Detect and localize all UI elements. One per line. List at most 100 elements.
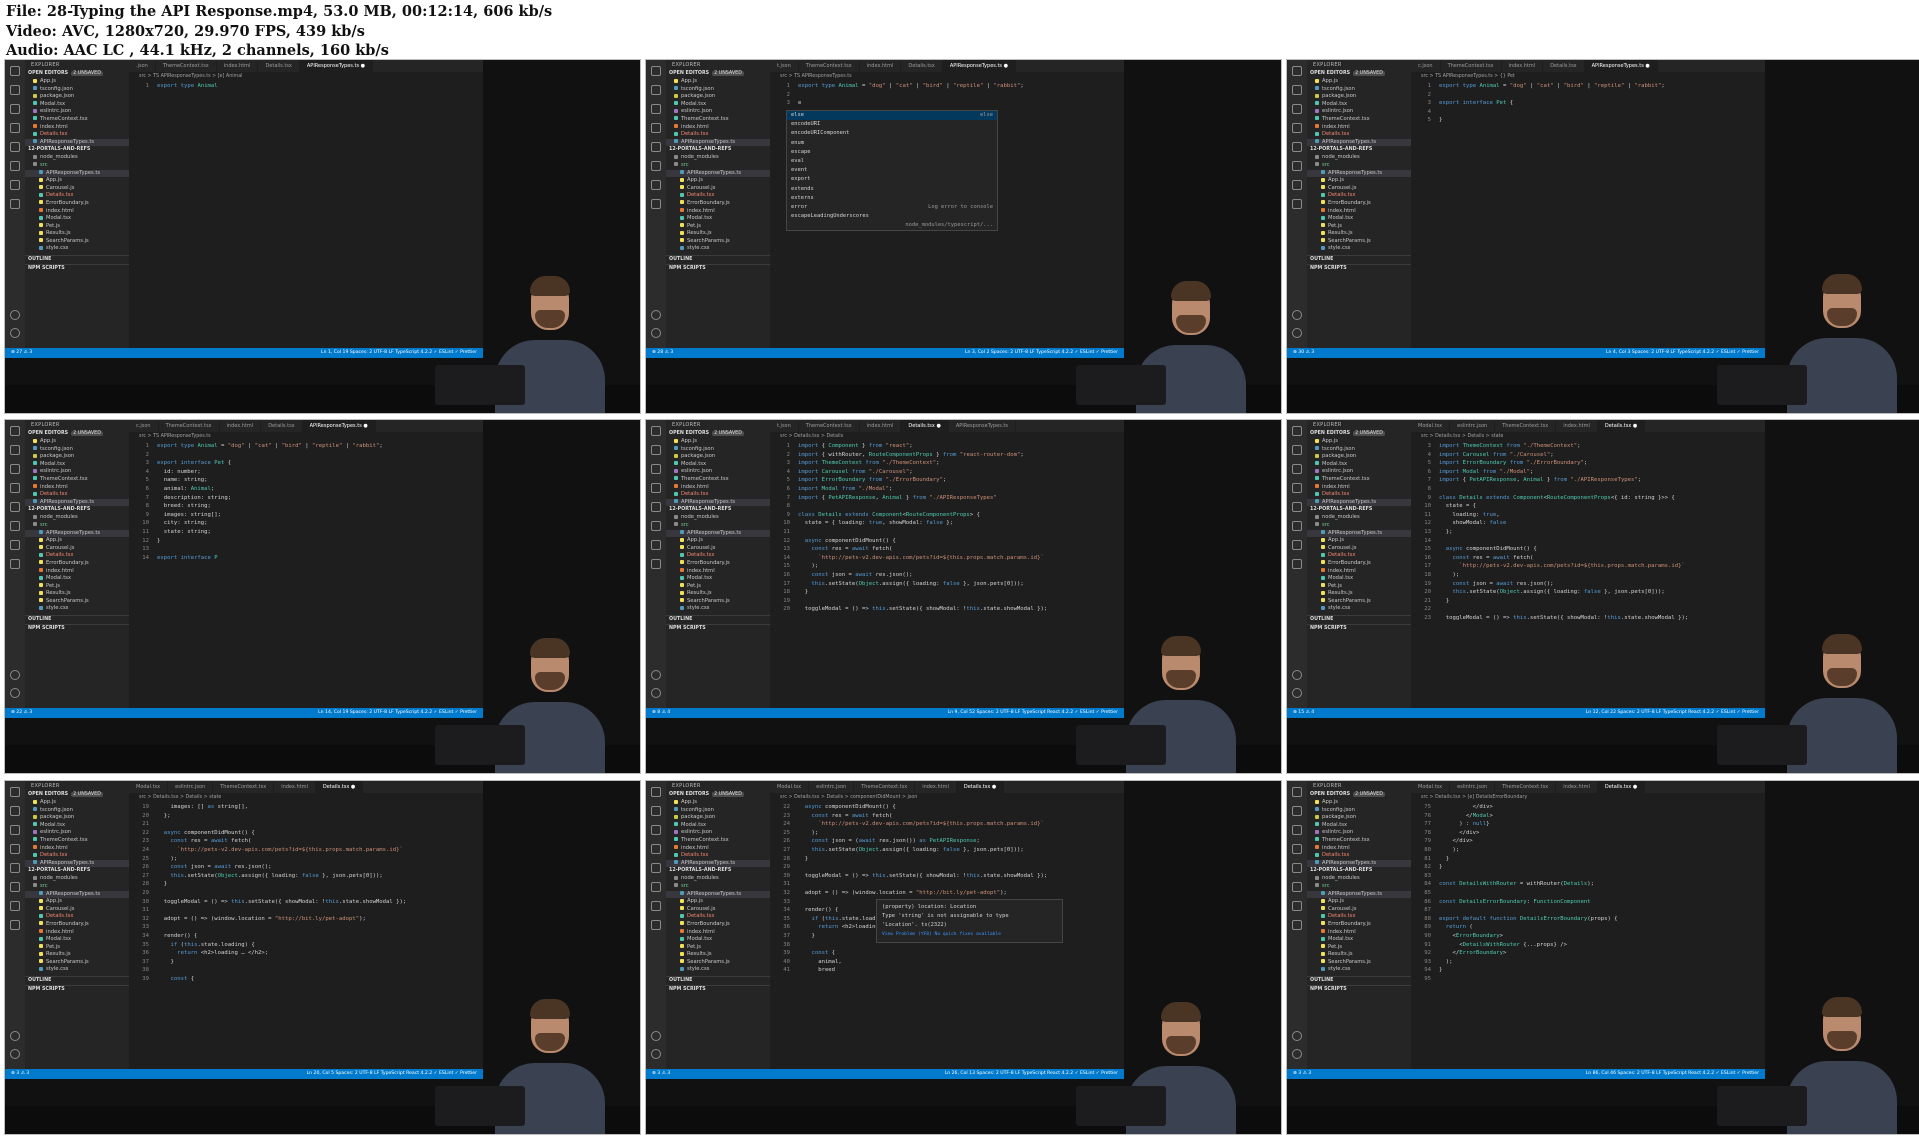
explorer-file-item[interactable]: ThemeContext.tsx [25, 476, 129, 484]
open-editors-section[interactable]: OPEN EDITORS 2 UNSAVED [666, 791, 770, 799]
search-icon[interactable] [651, 806, 661, 816]
explorer-file-item[interactable]: index.html [1307, 208, 1411, 216]
run-debug-icon[interactable] [651, 844, 661, 854]
explorer-file-item[interactable]: Modal.tsx [666, 822, 770, 830]
explorer-file-item[interactable]: eslintrc.json [1307, 108, 1411, 116]
remote-icon[interactable] [10, 161, 20, 171]
explorer-file-item[interactable]: Modal.tsx [1307, 101, 1411, 109]
explorer-file-item[interactable]: Modal.tsx [25, 215, 129, 223]
open-editors-section[interactable]: OPEN EDITORS 2 UNSAVED [1307, 70, 1411, 78]
editor-tab[interactable]: ThemeContext.tsx [799, 60, 860, 72]
editor-tab[interactable]: Details.tsx [1543, 60, 1585, 72]
explorer-file-item[interactable]: Modal.tsx [1307, 575, 1411, 583]
editor-tab[interactable]: eslintrc.json [809, 781, 855, 793]
code-editor[interactable]: 19 images: [] as string[], 20 }; 21 22 asyn… [129, 803, 483, 1069]
explorer-file-item[interactable]: Details.tsx [666, 131, 770, 139]
explorer-file-item[interactable]: APIResponseTypes.ts [666, 169, 770, 178]
explorer-file-item[interactable]: APIResponseTypes.ts [25, 529, 129, 538]
code-editor[interactable]: 1 import { Component } from "react"; 2 impo… [770, 442, 1124, 708]
docker-icon[interactable] [1292, 559, 1302, 569]
explorer-file-item[interactable]: src [1307, 522, 1411, 530]
explorer-file-item[interactable]: tsconfig.json [25, 446, 129, 454]
project-folder-section[interactable]: 12-PORTALS-AND-REFS [1307, 146, 1411, 154]
explorer-file-item[interactable]: Results.js [1307, 951, 1411, 959]
explorer-file-item[interactable]: Details.tsx [25, 852, 129, 860]
explorer-file-item[interactable]: package.json [666, 814, 770, 822]
editor-tab[interactable]: t.json [770, 420, 799, 432]
explorer-file-item[interactable]: src [1307, 883, 1411, 891]
suggestion-item[interactable]: event [787, 166, 997, 175]
open-editors-section[interactable]: OPEN EDITORS 2 UNSAVED [25, 791, 129, 799]
editor-tab[interactable]: c.json [1411, 60, 1441, 72]
explorer-file-item[interactable]: ErrorBoundary.js [1307, 560, 1411, 568]
project-folder-section[interactable]: 12-PORTALS-AND-REFS [1307, 506, 1411, 514]
settings-gear-icon[interactable] [10, 1049, 20, 1059]
explorer-file-item[interactable]: Results.js [1307, 230, 1411, 238]
project-folder-section[interactable]: 12-PORTALS-AND-REFS [25, 146, 129, 154]
code-editor[interactable]: 1 export type Animal = "dog" | "cat" | "b… [1411, 82, 1765, 348]
explorer-file-item[interactable]: Carousel.js [1307, 906, 1411, 914]
source-control-icon[interactable] [1292, 464, 1302, 474]
docker-icon[interactable] [10, 559, 20, 569]
explorer-file-item[interactable]: Results.js [25, 230, 129, 238]
extensions-icon[interactable] [1292, 142, 1302, 152]
files-icon[interactable] [10, 66, 20, 76]
run-debug-icon[interactable] [651, 123, 661, 133]
outline-section[interactable]: OUTLINE [666, 976, 770, 985]
editor-tab[interactable]: Modal.tsx [129, 781, 169, 793]
open-editors-section[interactable]: OPEN EDITORS 2 UNSAVED [666, 430, 770, 438]
explorer-file-item[interactable]: Carousel.js [666, 545, 770, 553]
explorer-file-item[interactable]: Details.tsx [666, 913, 770, 921]
explorer-file-item[interactable]: ThemeContext.tsx [666, 837, 770, 845]
settings-gear-icon[interactable] [651, 328, 661, 338]
status-problems[interactable]: ⊗ 30 ⚠ 3 [1293, 348, 1314, 358]
search-icon[interactable] [651, 445, 661, 455]
breadcrumb[interactable]: src > Details.tsx > [e] DetailsErrorBoun… [1411, 793, 1765, 802]
files-icon[interactable] [651, 426, 661, 436]
explorer-file-item[interactable]: Details.tsx [666, 192, 770, 200]
explorer-file-item[interactable]: index.html [1307, 845, 1411, 853]
source-control-icon[interactable] [1292, 104, 1302, 114]
editor-tab[interactable]: Modal.tsx [1411, 781, 1451, 793]
code-editor[interactable]: 3 import ThemeContext from "./ThemeContex… [1411, 442, 1765, 708]
explorer-file-item[interactable]: node_modules [666, 514, 770, 522]
run-debug-icon[interactable] [10, 483, 20, 493]
explorer-file-item[interactable]: Results.js [25, 951, 129, 959]
open-editors-section[interactable]: OPEN EDITORS 2 UNSAVED [25, 70, 129, 78]
explorer-file-item[interactable]: SearchParams.js [25, 598, 129, 606]
editor-tab[interactable]: Details.tsx ● [1597, 420, 1646, 432]
explorer-file-item[interactable]: package.json [1307, 93, 1411, 101]
npm-scripts-section[interactable]: NPM SCRIPTS [666, 264, 770, 273]
suggestion-item[interactable]: error Log error to console [787, 203, 997, 212]
explorer-file-item[interactable]: eslintrc.json [1307, 468, 1411, 476]
explorer-file-item[interactable]: index.html [25, 208, 129, 216]
explorer-file-item[interactable]: eslintrc.json [666, 108, 770, 116]
explorer-file-item[interactable]: SearchParams.js [666, 598, 770, 606]
npm-scripts-section[interactable]: NPM SCRIPTS [1307, 264, 1411, 273]
explorer-file-item[interactable]: App.js [1307, 537, 1411, 545]
settings-gear-icon[interactable] [651, 1049, 661, 1059]
editor-tab[interactable]: ThemeContext.tsx [1441, 60, 1502, 72]
status-problems[interactable]: ⊗ 28 ⚠ 3 [652, 348, 673, 358]
editor-tab[interactable]: c.json [129, 420, 159, 432]
explorer-file-item[interactable]: Carousel.js [666, 906, 770, 914]
editor-tab[interactable]: APIResponseTypes.ts ● [942, 60, 1016, 72]
explorer-file-item[interactable]: ThemeContext.tsx [666, 476, 770, 484]
extensions-icon[interactable] [651, 502, 661, 512]
explorer-file-item[interactable]: node_modules [25, 154, 129, 162]
open-editors-section[interactable]: OPEN EDITORS 2 UNSAVED [25, 430, 129, 438]
status-problems[interactable]: ⊗ 22 ⚠ 3 [11, 708, 32, 718]
explorer-file-item[interactable]: Results.js [666, 590, 770, 598]
files-icon[interactable] [10, 787, 20, 797]
explorer-file-item[interactable]: package.json [25, 814, 129, 822]
explorer-file-item[interactable]: ThemeContext.tsx [1307, 837, 1411, 845]
explorer-file-item[interactable]: Pet.js [666, 944, 770, 952]
explorer-file-item[interactable]: tsconfig.json [666, 86, 770, 94]
explorer-file-item[interactable]: Details.tsx [1307, 852, 1411, 860]
explorer-file-item[interactable]: src [666, 883, 770, 891]
explorer-file-item[interactable]: index.html [25, 929, 129, 937]
explorer-file-item[interactable]: index.html [1307, 124, 1411, 132]
editor-tab[interactable]: index.html [860, 60, 902, 72]
extensions-icon[interactable] [651, 142, 661, 152]
remote-icon[interactable] [651, 882, 661, 892]
